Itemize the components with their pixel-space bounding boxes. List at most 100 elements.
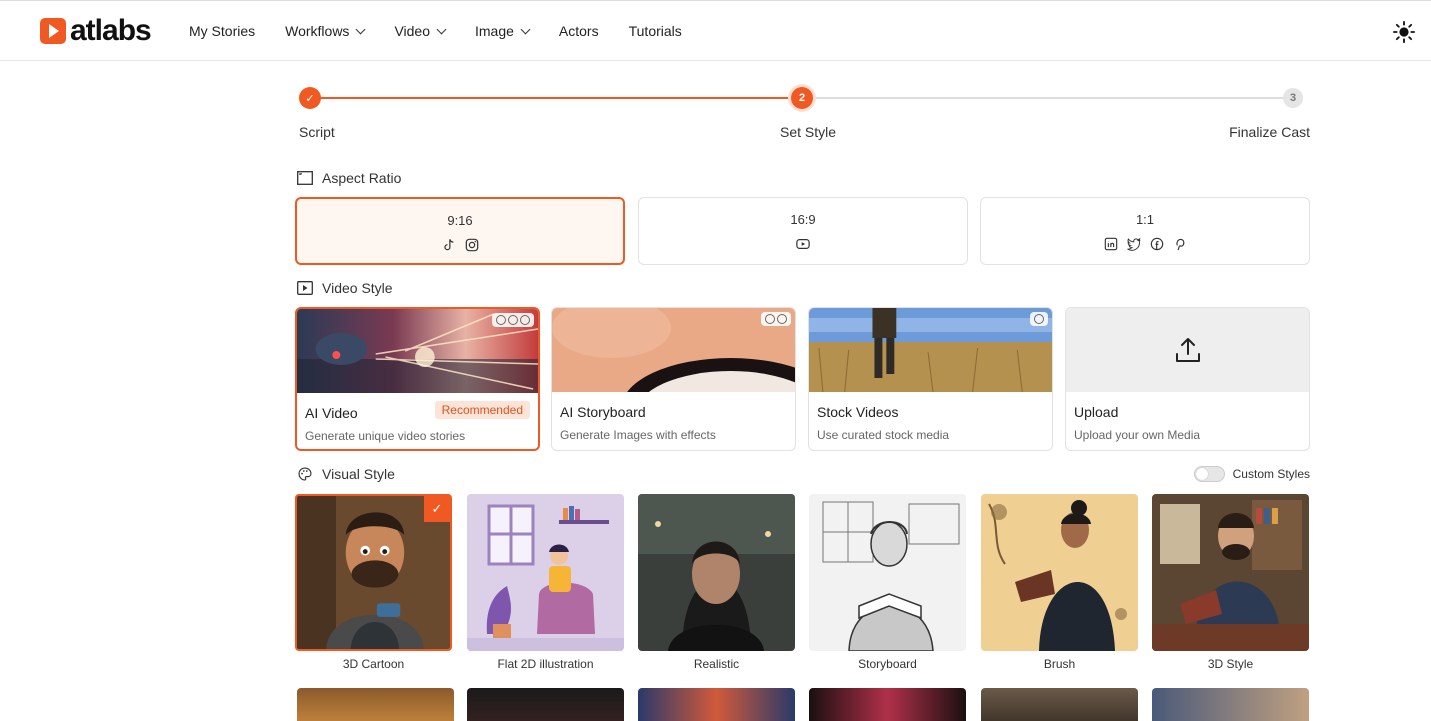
step-set-style-marker[interactable]: 2 <box>791 87 813 109</box>
video-style-stock-videos[interactable]: Stock Videos Use curated stock media <box>808 307 1053 451</box>
custom-styles-toggle[interactable] <box>1193 466 1225 482</box>
visual-style-tile[interactable] <box>981 688 1138 721</box>
card-title: Upload <box>1074 404 1119 420</box>
tile-label: 3D Style <box>1207 657 1254 671</box>
nav-image[interactable]: Image <box>475 23 531 39</box>
nav-video[interactable]: Video <box>394 23 447 39</box>
visual-style-brush[interactable] <box>981 494 1138 651</box>
flat-2d-preview <box>467 494 624 651</box>
ai-storyboard-thumbnail <box>552 308 795 392</box>
step-finalize-cast-label[interactable]: Finalize Cast <box>1229 124 1310 140</box>
nav-label: Tutorials <box>628 23 682 39</box>
tile-label: 3D Cartoon <box>342 657 405 671</box>
coin-icon <box>777 314 787 324</box>
tile-label: Realistic <box>693 657 740 671</box>
chevron-down-icon <box>355 24 366 34</box>
progress-stepper: ✓ 2 3 Script Set Style Finalize Cast <box>298 86 1310 146</box>
video-style-upload[interactable]: Upload Upload your own Media <box>1065 307 1310 451</box>
visual-style-storyboard[interactable] <box>809 494 966 651</box>
step-script-label[interactable]: Script <box>299 124 335 140</box>
tiktok-icon <box>443 239 453 251</box>
credit-cost <box>761 312 791 326</box>
card-title: Stock Videos <box>817 404 899 420</box>
custom-styles-label: Custom Styles <box>1232 467 1310 481</box>
nav-label: My Stories <box>189 23 256 39</box>
atlabs-logo[interactable]: atlabs <box>40 14 152 47</box>
visual-style-tile[interactable] <box>1152 688 1309 721</box>
credit-cost <box>492 313 534 327</box>
visual-style-tile[interactable] <box>297 688 454 721</box>
card-subtitle: Use curated stock media <box>817 428 950 442</box>
aspect-ratio-title: Aspect Ratio <box>322 170 402 186</box>
instagram-icon <box>465 238 478 252</box>
play-icon <box>40 18 66 44</box>
step-script-marker[interactable]: ✓ <box>299 87 321 109</box>
coin-icon <box>1034 314 1044 324</box>
facebook-icon <box>1150 237 1163 251</box>
upload-dropzone[interactable] <box>1066 308 1309 392</box>
visual-style-realistic[interactable] <box>638 494 795 651</box>
card-title: AI Video <box>305 405 358 421</box>
upload-icon <box>1176 338 1200 362</box>
palette-icon <box>298 467 312 481</box>
main-nav: My Stories Workflows Video Image Actors … <box>189 1 712 61</box>
selected-check-icon: ✓ <box>424 496 450 522</box>
3d-style-preview <box>1152 494 1309 651</box>
brush-preview <box>981 494 1138 651</box>
credit-cost <box>1030 312 1048 326</box>
nav-label: Workflows <box>285 23 350 39</box>
visual-style-title: Visual Style <box>322 466 395 482</box>
aspect-ratio-16-9[interactable]: 16:9 <box>638 197 968 265</box>
aspect-ratio-heading: Aspect Ratio <box>297 170 401 186</box>
tile-label: Brush <box>1043 657 1076 671</box>
realistic-preview <box>638 494 795 651</box>
nav-label: Image <box>475 23 514 39</box>
visual-style-heading: Visual Style <box>297 466 395 482</box>
video-style-title: Video Style <box>322 280 393 296</box>
aspect-ratio-9-16[interactable]: 9:16 <box>295 197 625 265</box>
pinterest-icon <box>1175 238 1184 251</box>
coin-icon <box>765 314 775 324</box>
video-style-ai-storyboard[interactable]: AI Storyboard Generate Images with effec… <box>551 307 796 451</box>
step-set-style-label[interactable]: Set Style <box>780 124 836 140</box>
stepper-track-progress <box>310 97 802 99</box>
recommended-badge: Recommended <box>434 401 530 419</box>
custom-styles-toggle-wrap: Custom Styles <box>1193 466 1310 482</box>
nav-label: Actors <box>558 23 599 39</box>
aspect-ratio-icon <box>297 171 313 185</box>
youtube-icon <box>796 239 810 249</box>
linkedin-icon <box>1104 237 1117 251</box>
card-subtitle: Upload your own Media <box>1074 428 1201 442</box>
nav-workflows[interactable]: Workflows <box>285 23 366 39</box>
nav-actors[interactable]: Actors <box>559 23 599 39</box>
visual-style-tile[interactable] <box>809 688 966 721</box>
logo-text: atlabs <box>70 14 152 47</box>
chevron-down-icon <box>436 24 447 34</box>
nav-tutorials[interactable]: Tutorials <box>629 23 682 39</box>
video-style-heading: Video Style <box>297 280 393 296</box>
video-style-ai-video[interactable]: AI Video Recommended Generate unique vid… <box>295 307 540 451</box>
tile-label: Storyboard <box>858 657 917 671</box>
aspect-ratio-label: 9:16 <box>447 213 473 228</box>
visual-style-tile[interactable] <box>467 688 624 721</box>
nav-my-stories[interactable]: My Stories <box>189 23 255 39</box>
visual-style-3d-cartoon[interactable]: ✓ <box>295 494 452 651</box>
visual-style-tile[interactable] <box>638 688 795 721</box>
aspect-ratio-1-1[interactable]: 1:1 <box>980 197 1310 265</box>
top-nav-bar: atlabs My Stories Workflows Video Image … <box>0 0 1431 61</box>
video-icon <box>297 281 313 295</box>
visual-style-flat-2d[interactable] <box>467 494 624 651</box>
coin-icon <box>520 315 530 325</box>
coin-icon <box>508 315 518 325</box>
sun-icon[interactable] <box>1393 21 1415 43</box>
chevron-down-icon <box>520 24 531 34</box>
storyboard-preview <box>809 494 966 651</box>
aspect-ratio-label: 1:1 <box>1135 212 1155 227</box>
card-subtitle: Generate Images with effects <box>560 428 716 442</box>
step-finalize-cast-marker[interactable]: 3 <box>1283 88 1303 108</box>
visual-style-3d-style[interactable] <box>1152 494 1309 651</box>
tile-label: Flat 2D illustration <box>497 657 594 671</box>
card-title: AI Storyboard <box>560 404 646 420</box>
nav-label: Video <box>394 23 430 39</box>
card-subtitle: Generate unique video stories <box>305 429 466 443</box>
